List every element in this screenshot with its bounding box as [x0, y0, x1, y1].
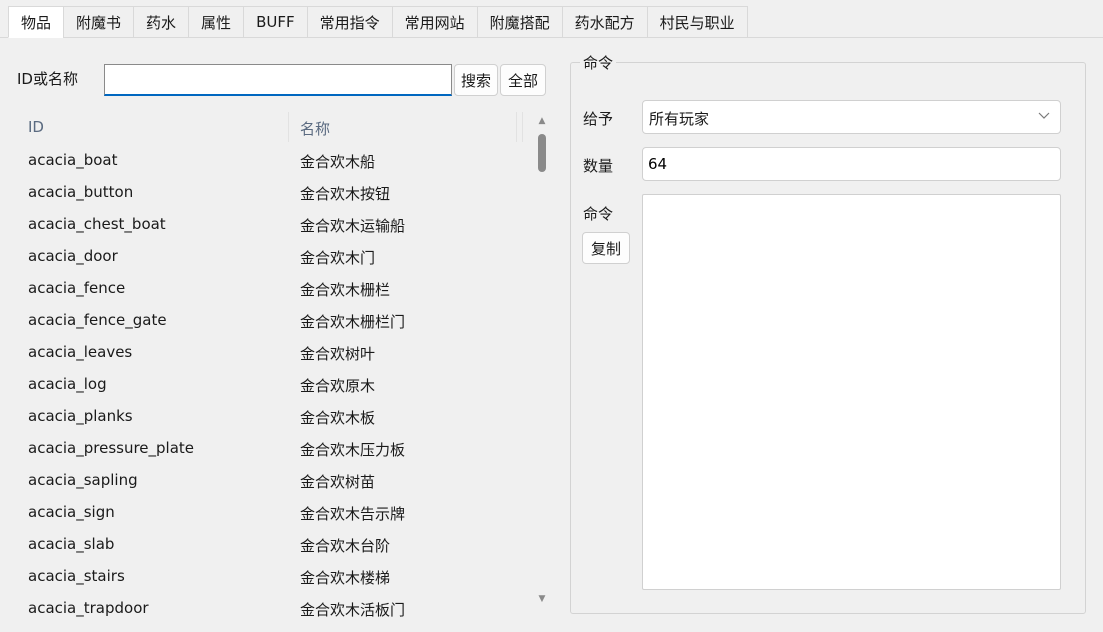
tab-6[interactable]: 常用网站: [391, 6, 477, 38]
item-id: acacia_sign: [28, 503, 115, 521]
item-name: 金合欢木运输船: [300, 217, 406, 235]
item-name: 金合欢木栅栏: [300, 281, 391, 299]
show-all-button[interactable]: 全部: [500, 64, 546, 96]
item-id: acacia_slab: [28, 535, 115, 553]
tab-7[interactable]: 附魔搭配: [476, 6, 562, 38]
tab-5[interactable]: 常用指令: [306, 6, 392, 38]
item-id: acacia_planks: [28, 407, 133, 425]
tab-2[interactable]: 药水: [133, 6, 189, 38]
copy-button[interactable]: 复制: [582, 232, 630, 264]
list-scrollbar[interactable]: ▲ ▼: [534, 106, 550, 618]
column-header-name[interactable]: 名称: [300, 118, 330, 139]
table-row[interactable]: acacia_stairs 金合欢木楼梯: [18, 561, 523, 593]
chevron-down-icon: [1038, 109, 1050, 124]
item-name: 金合欢树叶: [300, 345, 376, 363]
item-id: acacia_sapling: [28, 471, 138, 489]
tab-1[interactable]: 附魔书: [63, 6, 134, 38]
table-row[interactable]: acacia_trapdoor 金合欢木活板门: [18, 593, 523, 618]
item-id: acacia_boat: [28, 151, 118, 169]
table-row[interactable]: acacia_leaves 金合欢树叶: [18, 337, 523, 369]
arrow-up-icon[interactable]: ▲: [537, 116, 547, 126]
item-id: acacia_fence_gate: [28, 311, 167, 329]
item-name: 金合欢木告示牌: [300, 505, 406, 523]
quantity-label: 数量: [583, 157, 614, 175]
give-target-select[interactable]: 所有玩家: [642, 100, 1061, 134]
search-button[interactable]: 搜索: [454, 64, 498, 96]
item-list: ID 名称 acacia_boat 金合欢木船 acacia_button 金合欢木按…: [18, 106, 558, 618]
item-name: 金合欢木船: [300, 153, 376, 171]
item-name: 金合欢木压力板: [300, 441, 406, 459]
item-id: acacia_chest_boat: [28, 215, 166, 233]
tab-bar: 物品 附魔书 药水 属性 BUFF 常用指令 常用网站 附魔搭配 药水配方 村民与职业: [0, 0, 1103, 38]
item-name: 金合欢木按钮: [300, 185, 391, 203]
item-name: 金合欢木活板门: [300, 601, 406, 618]
tab-8[interactable]: 药水配方: [561, 6, 647, 38]
item-name: 金合欢木板: [300, 409, 376, 427]
table-row[interactable]: acacia_sign 金合欢木告示牌: [18, 497, 523, 529]
item-id: acacia_log: [28, 375, 107, 393]
table-row[interactable]: acacia_fence 金合欢木栅栏: [18, 273, 523, 305]
item-name: 金合欢树苗: [300, 473, 376, 491]
item-name: 金合欢原木: [300, 377, 376, 395]
scroll-thumb[interactable]: [538, 134, 546, 172]
command-output[interactable]: [642, 194, 1061, 590]
table-row[interactable]: acacia_chest_boat 金合欢木运输船: [18, 209, 523, 241]
column-divider[interactable]: [288, 112, 289, 142]
tabs: 物品 附魔书 药水 属性 BUFF 常用指令 常用网站 附魔搭配 药水配方 村民与职业: [8, 6, 748, 38]
command-group-title: 命令: [580, 52, 617, 73]
column-divider: [522, 112, 523, 142]
give-label: 给予: [583, 110, 614, 128]
quantity-input[interactable]: [642, 147, 1061, 181]
item-id: acacia_trapdoor: [28, 599, 149, 617]
tab-0[interactable]: 物品: [8, 6, 64, 38]
table-row[interactable]: acacia_pressure_plate 金合欢木压力板: [18, 433, 523, 465]
arrow-down-icon[interactable]: ▼: [537, 594, 547, 604]
item-id: acacia_door: [28, 247, 118, 265]
item-name: 金合欢木台阶: [300, 537, 391, 555]
table-row[interactable]: acacia_fence_gate 金合欢木栅栏门: [18, 305, 523, 337]
table-row[interactable]: acacia_log 金合欢原木: [18, 369, 523, 401]
search-input[interactable]: [104, 64, 452, 96]
item-id: acacia_fence: [28, 279, 126, 297]
table-row[interactable]: acacia_planks 金合欢木板: [18, 401, 523, 433]
table-row[interactable]: acacia_boat 金合欢木船: [18, 145, 523, 177]
tab-9[interactable]: 村民与职业: [646, 6, 748, 38]
column-header-id[interactable]: ID: [28, 118, 44, 136]
list-header: ID 名称: [18, 106, 523, 146]
item-id: acacia_stairs: [28, 567, 125, 585]
table-row[interactable]: acacia_button 金合欢木按钮: [18, 177, 523, 209]
give-target-value: 所有玩家: [649, 110, 710, 128]
item-id: acacia_button: [28, 183, 134, 201]
table-row[interactable]: acacia_sapling 金合欢树苗: [18, 465, 523, 497]
tab-3[interactable]: 属性: [188, 6, 244, 38]
item-name: 金合欢木栅栏门: [300, 313, 406, 331]
tab-4[interactable]: BUFF: [243, 6, 307, 38]
table-row[interactable]: acacia_door 金合欢木门: [18, 241, 523, 273]
command-label: 命令: [583, 205, 614, 223]
item-name: 金合欢木门: [300, 249, 376, 267]
item-id: acacia_leaves: [28, 343, 133, 361]
column-divider[interactable]: [516, 112, 517, 142]
item-id: acacia_pressure_plate: [28, 439, 195, 457]
table-row[interactable]: acacia_slab 金合欢木台阶: [18, 529, 523, 561]
item-name: 金合欢木楼梯: [300, 569, 391, 587]
list-rows: acacia_boat 金合欢木船 acacia_button 金合欢木按钮 acaci…: [18, 145, 523, 618]
search-label: ID或名称: [17, 70, 78, 88]
